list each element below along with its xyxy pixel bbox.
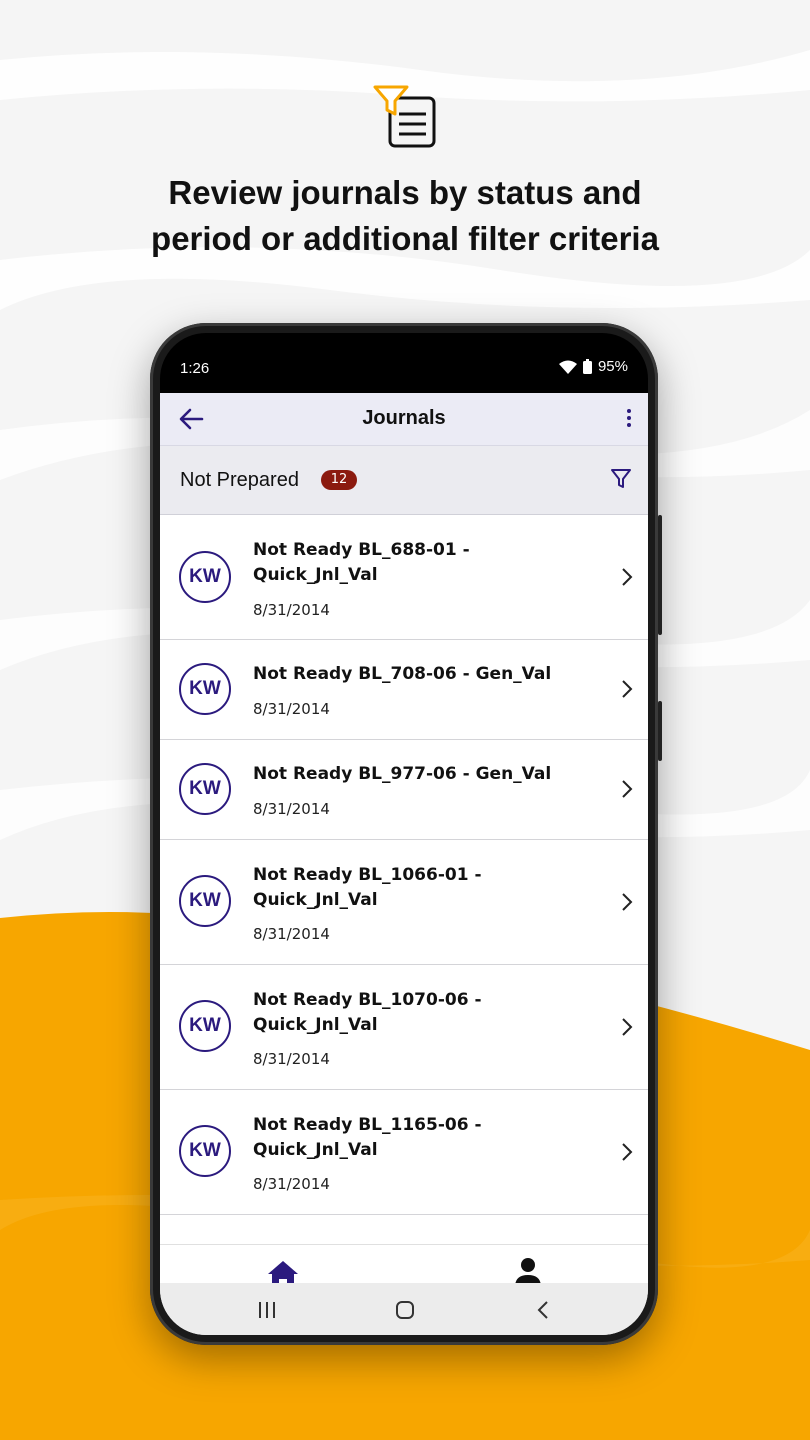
journal-title: Not Ready BL_977-06 - Gen_Val [253,764,552,784]
avatar: KW [179,663,231,715]
promo-headline: Review journals by status and period or … [0,170,810,262]
avatar: KW [179,763,231,815]
chevron-right-icon [622,780,633,798]
avatar: KW [179,1125,231,1177]
journal-title: Not Ready BL_688-01 - Quick_Jnl_Val [253,540,470,585]
phone-side-button [658,701,662,761]
recent-apps-icon[interactable] [256,1299,278,1321]
journal-row[interactable]: KW Not Ready BL_688-01 - Quick_Jnl_Val 8… [160,515,648,640]
journal-row[interactable]: KW Not Ready BL_1165-06 - Quick_Jnl_Val … [160,1090,648,1215]
status-time: 1:26 [180,360,210,377]
journal-date: 8/31/2014 [253,601,330,619]
app-header: Journals [160,393,648,446]
status-bar: 1:26 95% [160,333,648,393]
journal-row[interactable]: KW Not Ready BL_708-06 - Gen_Val 8/31/20… [160,640,648,740]
journal-title: Not Ready BL_1165-06 - Quick_Jnl_Val [253,1115,482,1160]
journal-title: Not Ready BL_1066-01 - Quick_Jnl_Val [253,865,482,910]
journal-title: Not Ready BL_708-06 - Gen_Val [253,664,552,684]
page-title: Journals [362,407,446,429]
home-icon[interactable] [266,1259,300,1285]
bottom-nav [160,1244,648,1285]
chevron-right-icon [622,893,633,911]
journal-row[interactable]: KW Not Ready BL_1070-06 - Quick_Jnl_Val … [160,965,648,1090]
journal-date: 8/31/2014 [253,800,330,818]
filter-document-icon [373,85,436,148]
journal-date: 8/31/2014 [253,1175,330,1193]
journal-list: KW Not Ready BL_688-01 - Quick_Jnl_Val 8… [160,515,648,1215]
count-badge: 12 [321,470,357,490]
back-chevron-icon[interactable] [532,1299,554,1321]
chevron-right-icon [622,1018,633,1036]
status-filter-bar: Not Prepared 12 [160,446,648,515]
status-filter-label[interactable]: Not Prepared [180,469,299,492]
headline-line-1: Review journals by status and [168,174,642,211]
journal-date: 8/31/2014 [253,700,330,718]
phone-frame: 1:26 95% Journals Not Prepared 12 KW Not… [150,323,662,1345]
journal-row[interactable]: KW Not Ready BL_1066-01 - Quick_Jnl_Val … [160,840,648,965]
headline-line-2: period or additional filter criteria [151,220,659,257]
journal-date: 8/31/2014 [253,925,330,943]
phone-screen: 1:26 95% Journals Not Prepared 12 KW Not… [160,333,648,1335]
avatar: KW [179,875,231,927]
avatar: KW [179,1000,231,1052]
journals-app: Journals Not Prepared 12 KW Not Ready BL… [160,393,648,1335]
journal-date: 8/31/2014 [253,1050,330,1068]
more-vertical-icon[interactable] [624,409,634,429]
filter-icon[interactable] [610,468,632,490]
chevron-right-icon [622,680,633,698]
journal-row[interactable]: KW Not Ready BL_977-06 - Gen_Val 8/31/20… [160,740,648,840]
battery-level: 95% [597,358,628,375]
chevron-right-icon [622,568,633,586]
chevron-right-icon [622,1143,633,1161]
avatar: KW [179,551,231,603]
battery-icon [582,359,592,374]
system-nav-bar [160,1283,648,1335]
status-indicators: 95% [558,358,628,375]
phone-side-button [658,515,662,635]
journal-title: Not Ready BL_1070-06 - Quick_Jnl_Val [253,990,482,1035]
wifi-icon [558,360,577,374]
profile-icon[interactable] [514,1257,542,1285]
home-button-icon[interactable] [394,1299,416,1321]
